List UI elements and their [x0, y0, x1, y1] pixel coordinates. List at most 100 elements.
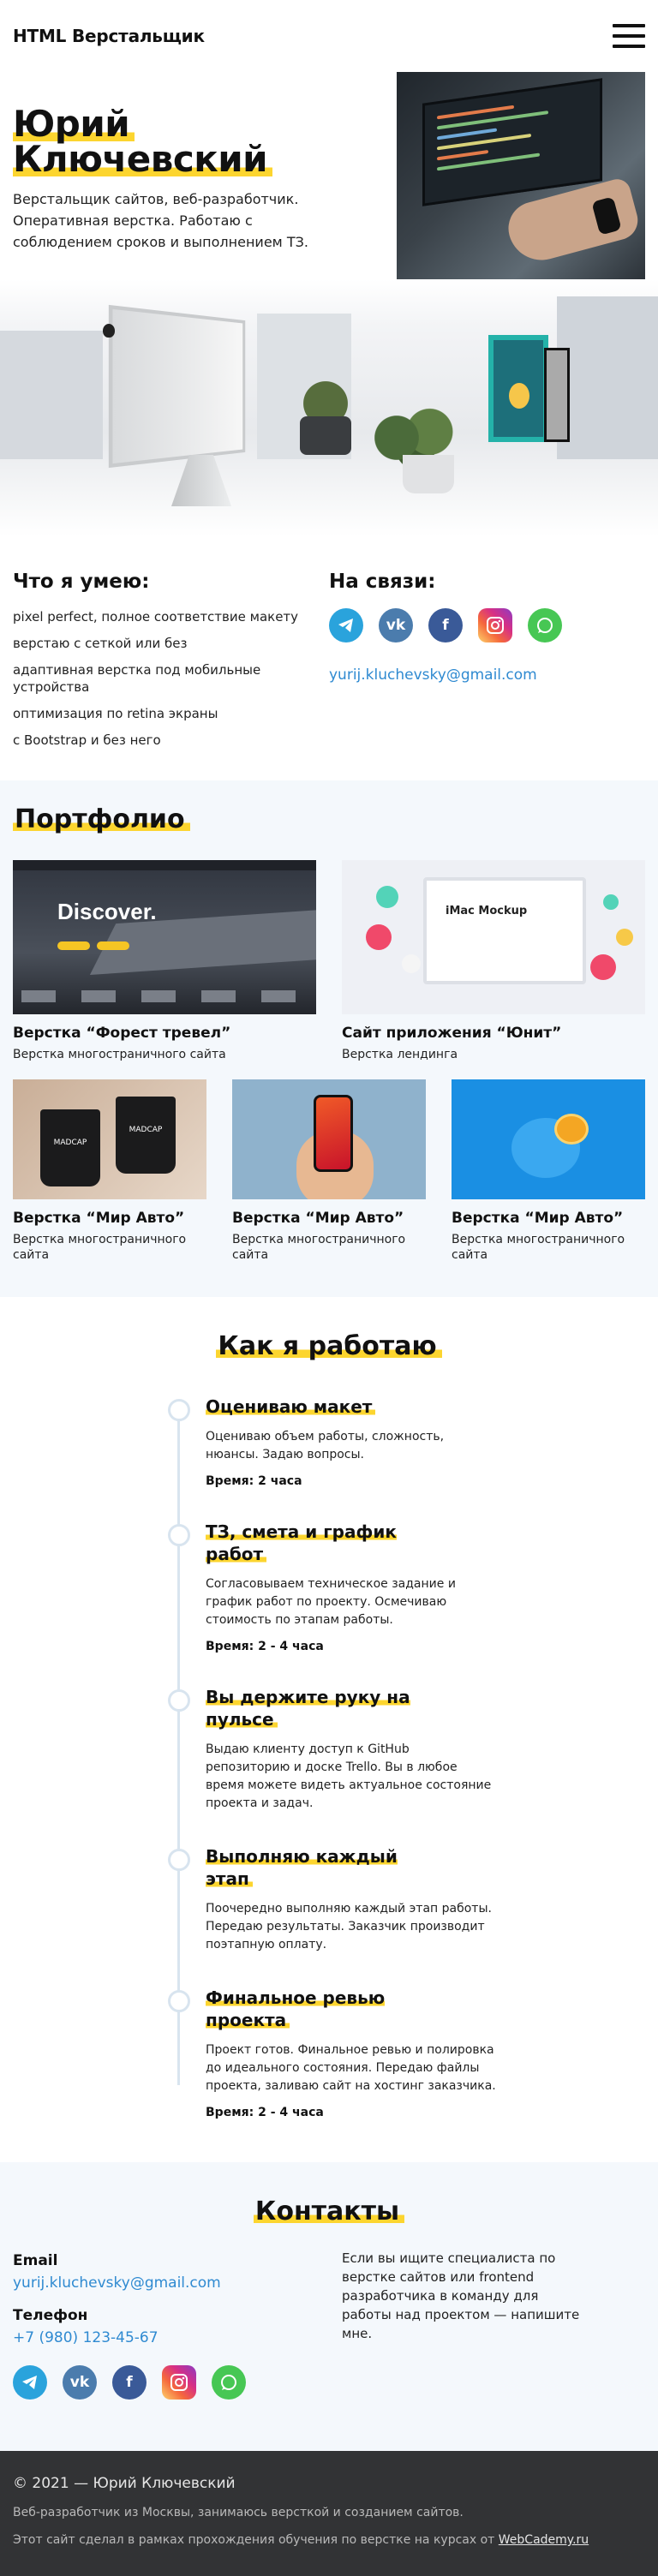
portfolio-card-desc: Верстка многостраничного сайта	[13, 1233, 187, 1262]
skills-title: Что я умею:	[13, 571, 150, 593]
site-logo[interactable]: HTML Верстальщик	[13, 26, 205, 46]
hero-text: Юрий Ключевский Верстальщик сайтов, веб-…	[13, 103, 330, 253]
contacts-row: Email yurij.kluchevsky@gmail.com Телефон…	[13, 2250, 645, 2400]
telegram-icon[interactable]	[13, 2365, 47, 2400]
whatsapp-icon[interactable]	[212, 2365, 246, 2400]
hero-description: Верстальщик сайтов, веб-разработчик. Опе…	[13, 191, 308, 250]
portfolio-card[interactable]: MADCAP MADCAP Верстка “Мир Авто” Верстка…	[13, 1079, 206, 1263]
skills-section: Что я умею: pixel perfect, полное соотве…	[0, 536, 658, 768]
burger-line	[613, 34, 645, 38]
portfolio-card[interactable]: Верстка “Мир Авто” Верстка многостраничн…	[452, 1079, 645, 1263]
portfolio-card[interactable]: Верстка “Мир Авто” Верстка многостраничн…	[232, 1079, 426, 1263]
timeline-step: Вы держите руку на пульсе Выдаю клиенту …	[163, 1686, 491, 1813]
step-title: Выполняю каждый этап	[206, 1846, 398, 1889]
apple-logo-icon	[103, 324, 115, 338]
contacts-title: Контакты	[13, 2196, 645, 2226]
portfolio-card-desc: Верстка многостраничного сайта	[232, 1233, 406, 1262]
vk-icon[interactable]: vk	[379, 608, 413, 643]
instagram-icon[interactable]	[162, 2365, 196, 2400]
burger-menu-icon[interactable]	[613, 24, 645, 48]
step-time: Время: 2 - 4 часа	[206, 1640, 324, 1653]
portfolio-card-desc: Верстка лендинга	[342, 1048, 458, 1061]
hero-section: Юрий Ключевский Верстальщик сайтов, веб-…	[0, 72, 658, 295]
site-footer: © 2021 — Юрий Ключевский Веб-разработчик…	[0, 2451, 658, 2576]
portfolio-title: Портфолио	[13, 804, 190, 834]
timeline-step: ТЗ, смета и график работ Согласовываем т…	[163, 1521, 488, 1653]
workspace-photo	[0, 279, 658, 536]
email-link[interactable]: yurij.kluchevsky@gmail.com	[329, 666, 537, 684]
social-icons: vk f	[13, 2365, 342, 2400]
timeline-step: Оцениваю макет Оцениваю объем работы, сл…	[163, 1396, 488, 1488]
timeline-dot	[168, 1399, 190, 1421]
hero-name: Юрий Ключевский	[13, 103, 330, 180]
portfolio-image-text: MADCAP	[116, 1097, 176, 1174]
step-title: Финальное ревью проекта	[206, 1987, 386, 2030]
facebook-icon[interactable]: f	[112, 2365, 147, 2400]
step-title: ТЗ, смета и график работ	[206, 1521, 397, 1564]
footer-course-text: Этот сайт сделал в рамках прохождения об…	[13, 2533, 495, 2547]
contacts-phone-link[interactable]: +7 (980) 123-45-67	[13, 2329, 342, 2346]
social-icons: vk f	[329, 608, 645, 643]
picture-frame	[544, 348, 570, 442]
contacts-details: Email yurij.kluchevsky@gmail.com Телефон…	[13, 2252, 342, 2400]
portfolio-section: Портфолио Discover. Верстка “Форест трев…	[0, 780, 658, 1297]
phone-label: Телефон	[13, 2307, 88, 2324]
work-title: Как я работаю	[216, 1331, 442, 1361]
vk-icon[interactable]: vk	[63, 2365, 97, 2400]
poster-frame	[488, 335, 548, 442]
skill-item: оптимизация по retina экраны	[13, 706, 218, 721]
instagram-icon[interactable]	[478, 608, 512, 643]
step-time: Время: 2 - 4 часа	[206, 2106, 324, 2119]
whatsapp-icon[interactable]	[528, 608, 562, 643]
facebook-icon[interactable]: f	[428, 608, 463, 643]
timeline-dot	[168, 1524, 190, 1546]
step-time: Время: 2 часа	[206, 1474, 302, 1488]
footer-course: Этот сайт сделал в рамках прохождения об…	[13, 2533, 645, 2547]
contacts-email-link[interactable]: yurij.kluchevsky@gmail.com	[13, 2274, 342, 2292]
footer-course-link[interactable]: WebCademy.ru	[499, 2533, 589, 2547]
timeline-dot	[168, 1689, 190, 1712]
portfolio-card-title: Верстка “Мир Авто”	[232, 1210, 404, 1227]
hero-laptop-photo	[397, 72, 645, 286]
portfolio-card-title: Верстка “Форест тревел”	[13, 1025, 231, 1042]
portfolio-card-desc: Верстка многостраничного сайта	[452, 1233, 625, 1262]
skills-column: Что я умею: pixel perfect, полное соотве…	[13, 571, 329, 768]
portfolio-row: MADCAP MADCAP Верстка “Мир Авто” Верстка…	[13, 1079, 645, 1263]
portfolio-image: MADCAP MADCAP	[13, 1079, 206, 1199]
site-header: HTML Верстальщик	[0, 0, 658, 72]
step-text: Выдаю клиенту доступ к GitHub репозитори…	[206, 1742, 492, 1810]
portfolio-card[interactable]: Discover. Верстка “Форест тревел” Верстк…	[13, 860, 316, 1062]
portfolio-image	[452, 1079, 645, 1199]
work-process-section: Как я работаю Оцениваю макет Оцениваю об…	[0, 1297, 658, 2162]
hero-name-last: Ключевский	[13, 138, 273, 180]
timeline-dot	[168, 1990, 190, 2012]
telegram-icon[interactable]	[329, 608, 363, 643]
burger-line	[613, 45, 645, 48]
skill-item: адаптивная верстка под мобильные устройс…	[13, 662, 261, 695]
imac-stand	[171, 455, 231, 506]
portfolio-image-text: MADCAP	[40, 1109, 100, 1186]
portfolio-image-text: iMac Mockup	[446, 905, 528, 917]
footer-copyright: © 2021 — Юрий Ключевский	[13, 2475, 236, 2492]
imac-shape	[108, 304, 246, 469]
footer-about: Веб-разработчик из Москвы, занимаюсь вер…	[13, 2506, 464, 2519]
portfolio-row: Discover. Верстка “Форест тревел” Верстк…	[13, 860, 645, 1062]
skill-item: pixel perfect, полное соответствие макет…	[13, 609, 299, 625]
contact-column: На связи: vk f yurij.kluchevsky@gmail.co…	[329, 571, 645, 768]
step-text: Поочередно выполняю каждый этап работы. …	[206, 1902, 492, 1951]
contact-title: На связи:	[329, 571, 436, 593]
portfolio-card-title: Верстка “Мир Авто”	[452, 1210, 624, 1227]
skill-item: с Bootstrap и без него	[13, 732, 161, 748]
portfolio-card-desc: Верстка многостраничного сайта	[13, 1048, 226, 1061]
burger-line	[613, 24, 645, 27]
pot-shape	[300, 416, 351, 455]
contacts-section: Контакты Email yurij.kluchevsky@gmail.co…	[0, 2162, 658, 2451]
email-label: Email	[13, 2252, 58, 2269]
portfolio-card[interactable]: iMac Mockup Сайт приложения “Юнит” Верст…	[342, 860, 645, 1062]
step-text: Согласовываем техническое задание и граф…	[206, 1577, 456, 1627]
timeline-step: Финальное ревью проекта Проект готов. Фи…	[163, 1987, 496, 2119]
timeline-step: Выполняю каждый этап Поочередно выполняю…	[163, 1845, 492, 1954]
portfolio-card-title: Верстка “Мир Авто”	[13, 1210, 185, 1227]
laptop-screen	[422, 78, 602, 206]
step-title: Оцениваю макет	[206, 1396, 376, 1417]
